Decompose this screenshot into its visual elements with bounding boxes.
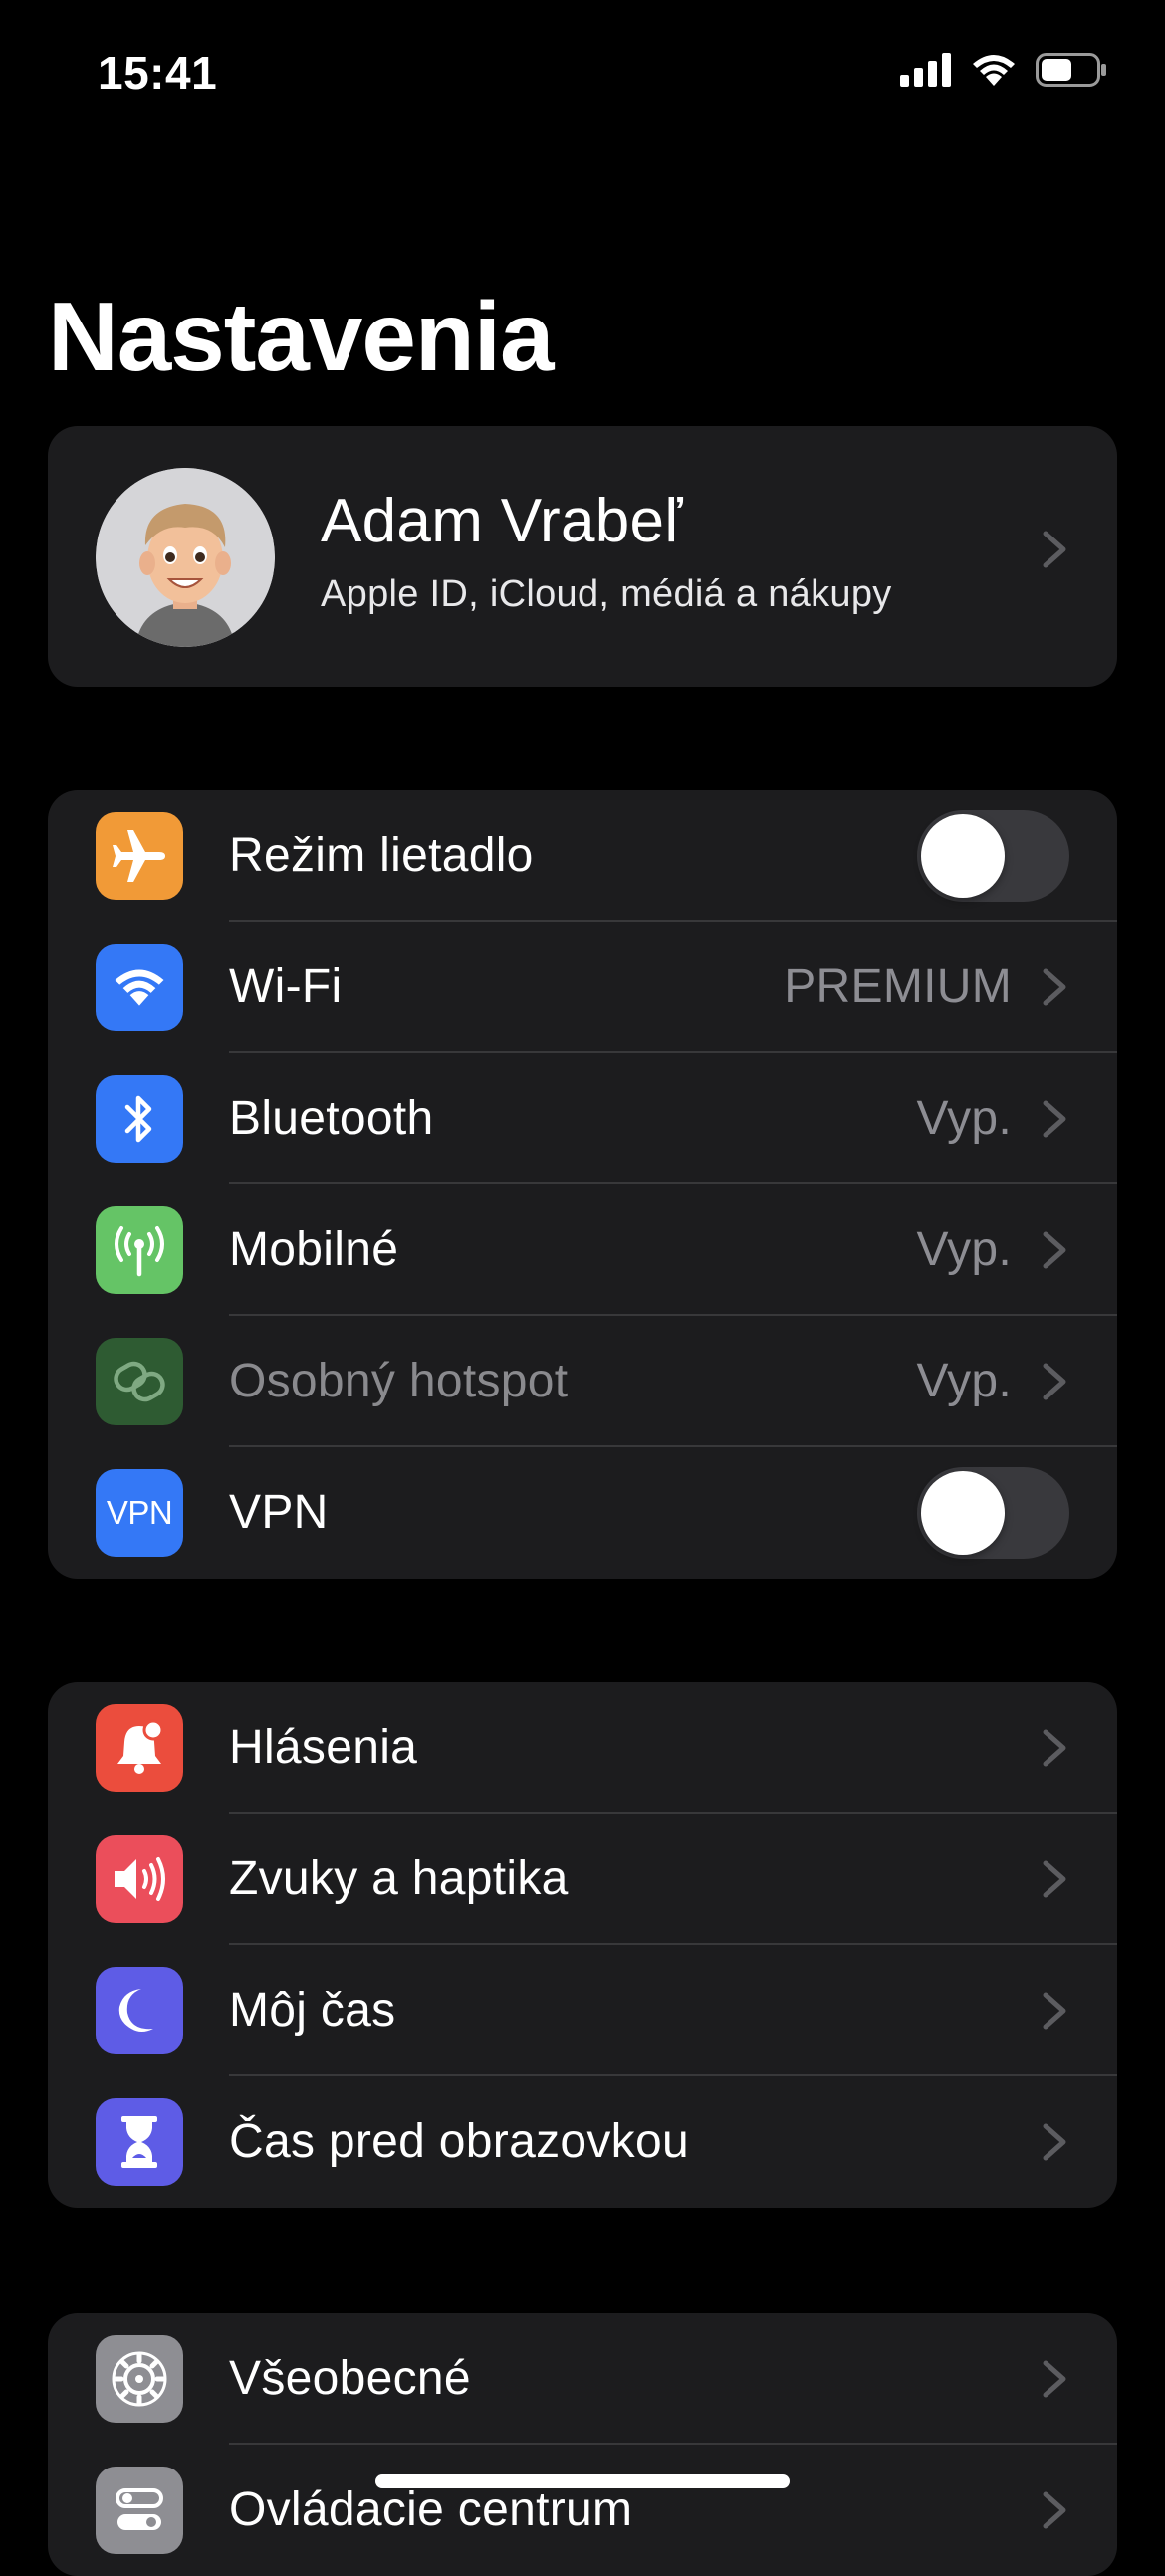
vpn-toggle[interactable] — [917, 1467, 1069, 1559]
chevron-right-icon — [1043, 2360, 1066, 2398]
settings-row-label: Môj čas — [229, 1984, 396, 2037]
settings-row-screen-time[interactable]: Čas pred obrazovkou — [48, 2076, 1117, 2208]
airplane-icon — [96, 812, 183, 900]
chevron-right-icon — [1043, 1729, 1066, 1767]
settings-row-label: Čas pred obrazovkou — [229, 2115, 689, 2168]
settings-row-label: Osobný hotspot — [229, 1355, 569, 1407]
chevron-right-icon — [1043, 968, 1066, 1006]
settings-row-personal-hotspot[interactable]: Osobný hotspot Vyp. — [48, 1316, 1117, 1447]
status-icons — [900, 52, 1107, 88]
status-bar: 15:41 — [0, 0, 1165, 149]
hotspot-status-value: Vyp. — [916, 1355, 1012, 1407]
general-group: Všeobecné Ovládacie centrum — [48, 2313, 1117, 2576]
settings-row-label: Všeobecné — [229, 2352, 471, 2405]
settings-row-control-center[interactable]: Ovládacie centrum — [48, 2445, 1117, 2576]
battery-icon — [1036, 53, 1106, 87]
home-indicator[interactable] — [375, 2474, 790, 2488]
antenna-icon — [96, 1206, 183, 1294]
chevron-right-icon — [1043, 1100, 1066, 1138]
profile-subtitle: Apple ID, iCloud, médiá a nákupy — [321, 573, 892, 615]
avatar — [96, 468, 275, 647]
settings-row-general[interactable]: Všeobecné — [48, 2313, 1117, 2445]
airplane-mode-toggle[interactable] — [917, 810, 1069, 902]
settings-row-vpn[interactable]: VPN VPN — [48, 1447, 1117, 1579]
settings-row-focus[interactable]: Môj čas — [48, 1945, 1117, 2076]
settings-row-wifi[interactable]: Wi-Fi PREMIUM — [48, 922, 1117, 1053]
wifi-icon — [96, 944, 183, 1031]
settings-row-label: Wi-Fi — [229, 961, 343, 1013]
chevron-right-icon — [1043, 2123, 1066, 2161]
wifi-network-value: PREMIUM — [784, 961, 1012, 1013]
mobile-status-value: Vyp. — [916, 1223, 1012, 1276]
chevron-right-icon — [1043, 1231, 1066, 1269]
settings-row-label: Mobilné — [229, 1223, 399, 1276]
settings-row-notifications[interactable]: Hlásenia — [48, 1682, 1117, 1814]
memoji-avatar-icon — [96, 468, 275, 647]
page-title: Nastavenia — [48, 282, 555, 391]
profile-name: Adam Vrabeľ — [321, 487, 683, 555]
wifi-status-icon — [973, 55, 1015, 86]
settings-row-bluetooth[interactable]: Bluetooth Vyp. — [48, 1053, 1117, 1184]
notifications-group: Hlásenia Zvuky a haptika Môj čas Čas pre… — [48, 1682, 1117, 2208]
chevron-right-icon — [1043, 2491, 1066, 2529]
moon-icon — [96, 1967, 183, 2054]
chevron-right-icon — [1043, 531, 1066, 568]
switches-icon — [96, 2467, 183, 2554]
bell-icon — [96, 1704, 183, 1792]
speaker-icon — [96, 1835, 183, 1923]
settings-row-airplane-mode[interactable]: Režim lietadlo — [48, 790, 1117, 922]
bluetooth-icon — [96, 1075, 183, 1163]
hotspot-icon — [96, 1338, 183, 1425]
hourglass-icon — [96, 2098, 183, 2186]
settings-row-label: Režim lietadlo — [229, 829, 534, 882]
settings-row-mobile[interactable]: Mobilné Vyp. — [48, 1184, 1117, 1316]
gear-icon — [96, 2335, 183, 2423]
bluetooth-status-value: Vyp. — [916, 1092, 1012, 1145]
vpn-icon-text: VPN — [106, 1494, 173, 1531]
connectivity-group: Režim lietadlo Wi-Fi PREMIUM Bluetooth V… — [48, 790, 1117, 1579]
vpn-icon: VPN — [96, 1469, 183, 1557]
chevron-right-icon — [1043, 1363, 1066, 1400]
chevron-right-icon — [1043, 1860, 1066, 1898]
settings-row-label: VPN — [229, 1486, 329, 1539]
settings-row-label: Zvuky a haptika — [229, 1852, 569, 1905]
settings-row-label: Ovládacie centrum — [229, 2483, 633, 2536]
apple-id-profile-card[interactable]: Adam Vrabeľ Apple ID, iCloud, médiá a ná… — [48, 426, 1117, 687]
chevron-right-icon — [1043, 1992, 1066, 2030]
status-time: 15:41 — [98, 47, 218, 99]
settings-row-sounds-haptics[interactable]: Zvuky a haptika — [48, 1814, 1117, 1945]
cellular-signal-icon — [900, 53, 951, 87]
settings-row-label: Bluetooth — [229, 1092, 434, 1145]
settings-row-label: Hlásenia — [229, 1721, 418, 1774]
